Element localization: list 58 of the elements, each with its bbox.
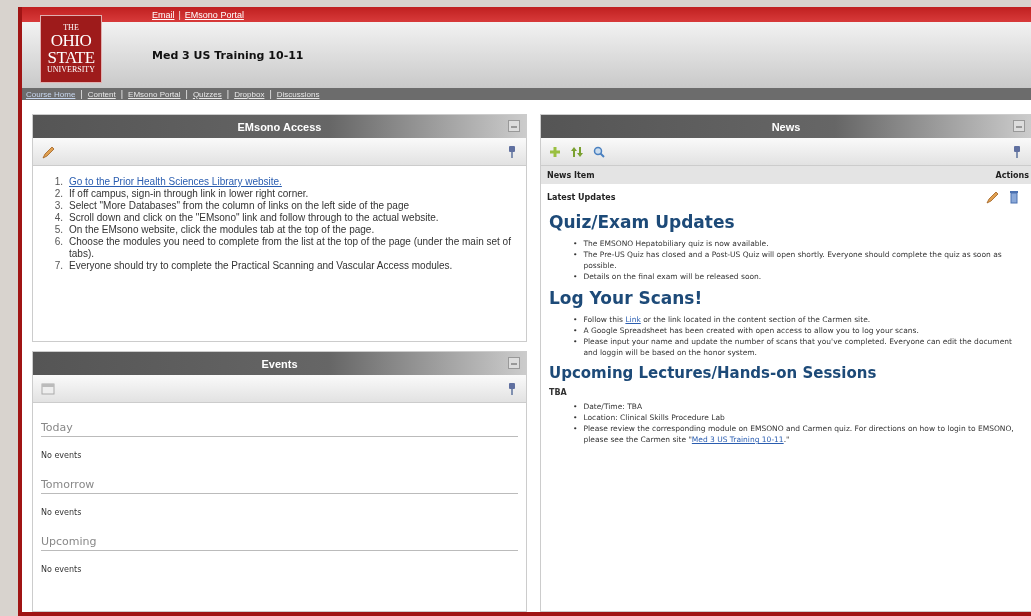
pin-icon[interactable] <box>1011 144 1023 159</box>
news-item-title: Latest Updates <box>547 192 616 202</box>
trash-icon[interactable] <box>1009 190 1019 204</box>
nav-link[interactable]: Quizzes <box>192 89 222 99</box>
list-number: 6. <box>53 236 63 249</box>
nav-link[interactable]: Discussions <box>276 89 320 99</box>
pencil-icon[interactable] <box>985 190 999 204</box>
column-header: News Item <box>547 170 595 180</box>
nav-link[interactable]: Content <box>87 89 116 99</box>
separator: | <box>185 89 188 99</box>
list-number: 7. <box>53 260 63 272</box>
separator: | <box>80 89 83 99</box>
nav-link[interactable]: EMsono Portal <box>128 89 181 99</box>
magnifier-icon[interactable] <box>593 145 605 158</box>
minimize-icon[interactable] <box>1013 120 1025 132</box>
separator: | <box>269 89 272 99</box>
link[interactable]: Go to the Prior Health Sciences Library website. <box>69 176 282 187</box>
list-item: Select "More Databases" from the column of links on the left side of the page <box>69 200 410 212</box>
list-number: 5. <box>53 224 63 236</box>
separator: | <box>178 9 181 20</box>
minimize-icon[interactable] <box>508 120 520 132</box>
course-title: Med 3 US Training 10-11 <box>152 48 304 62</box>
list-item: Choose the modules you need to complete from the list at the top of the page (under the main set of tabs). <box>69 236 512 260</box>
empty-message: No events <box>41 451 83 460</box>
separator: | <box>120 89 124 99</box>
section-heading: Today <box>41 417 518 437</box>
empty-message: No events <box>41 565 83 574</box>
list-number: 2. <box>53 188 63 200</box>
pin-icon[interactable] <box>506 381 518 396</box>
panel-title: News <box>771 120 801 133</box>
separator: | <box>226 89 230 99</box>
minimize-icon[interactable] <box>508 357 520 369</box>
column-header: Actions <box>995 170 1029 180</box>
list-item: On the EMsono website, click the modules tab at the top of the page. <box>69 224 375 236</box>
list-number: 1. <box>53 176 63 188</box>
news-heading: Log Your Scans! <box>549 288 704 308</box>
arrows-icon[interactable] <box>571 145 583 158</box>
header-link[interactable]: Email <box>152 9 175 20</box>
empty-message: No events <box>41 508 83 517</box>
header-link[interactable]: EMsono Portal <box>184 9 244 20</box>
plus-icon[interactable] <box>549 145 561 158</box>
nav-link[interactable]: Course Home <box>26 89 76 99</box>
nav-link[interactable]: Dropbox <box>234 89 265 99</box>
list-item: Scroll down and click on the "EMsono" link and follow through to the actual website. <box>69 212 439 224</box>
panel-title: Events <box>261 357 298 370</box>
panel-title: EMsono Access <box>237 120 322 133</box>
section-heading: Upcoming <box>41 531 518 551</box>
section-heading: Tomorrow <box>41 474 518 494</box>
news-label: TBA <box>549 388 568 397</box>
pin-icon[interactable] <box>506 144 518 159</box>
news-heading: Upcoming Lectures/Hands-on Sessions <box>549 364 878 382</box>
pencil-icon[interactable] <box>41 144 55 159</box>
list-item: Everyone should try to complete the Practical Scanning and Vascular Access modules. <box>69 260 453 272</box>
list-number: 3. <box>53 200 63 212</box>
news-heading: Quiz/Exam Updates <box>549 212 736 232</box>
list-number: 4. <box>53 212 63 224</box>
list-item: If off campus, sign-in through link in lower right corner. <box>69 188 309 200</box>
university-logo: THE OHIO STATE UNIVERSITY <box>40 15 102 83</box>
